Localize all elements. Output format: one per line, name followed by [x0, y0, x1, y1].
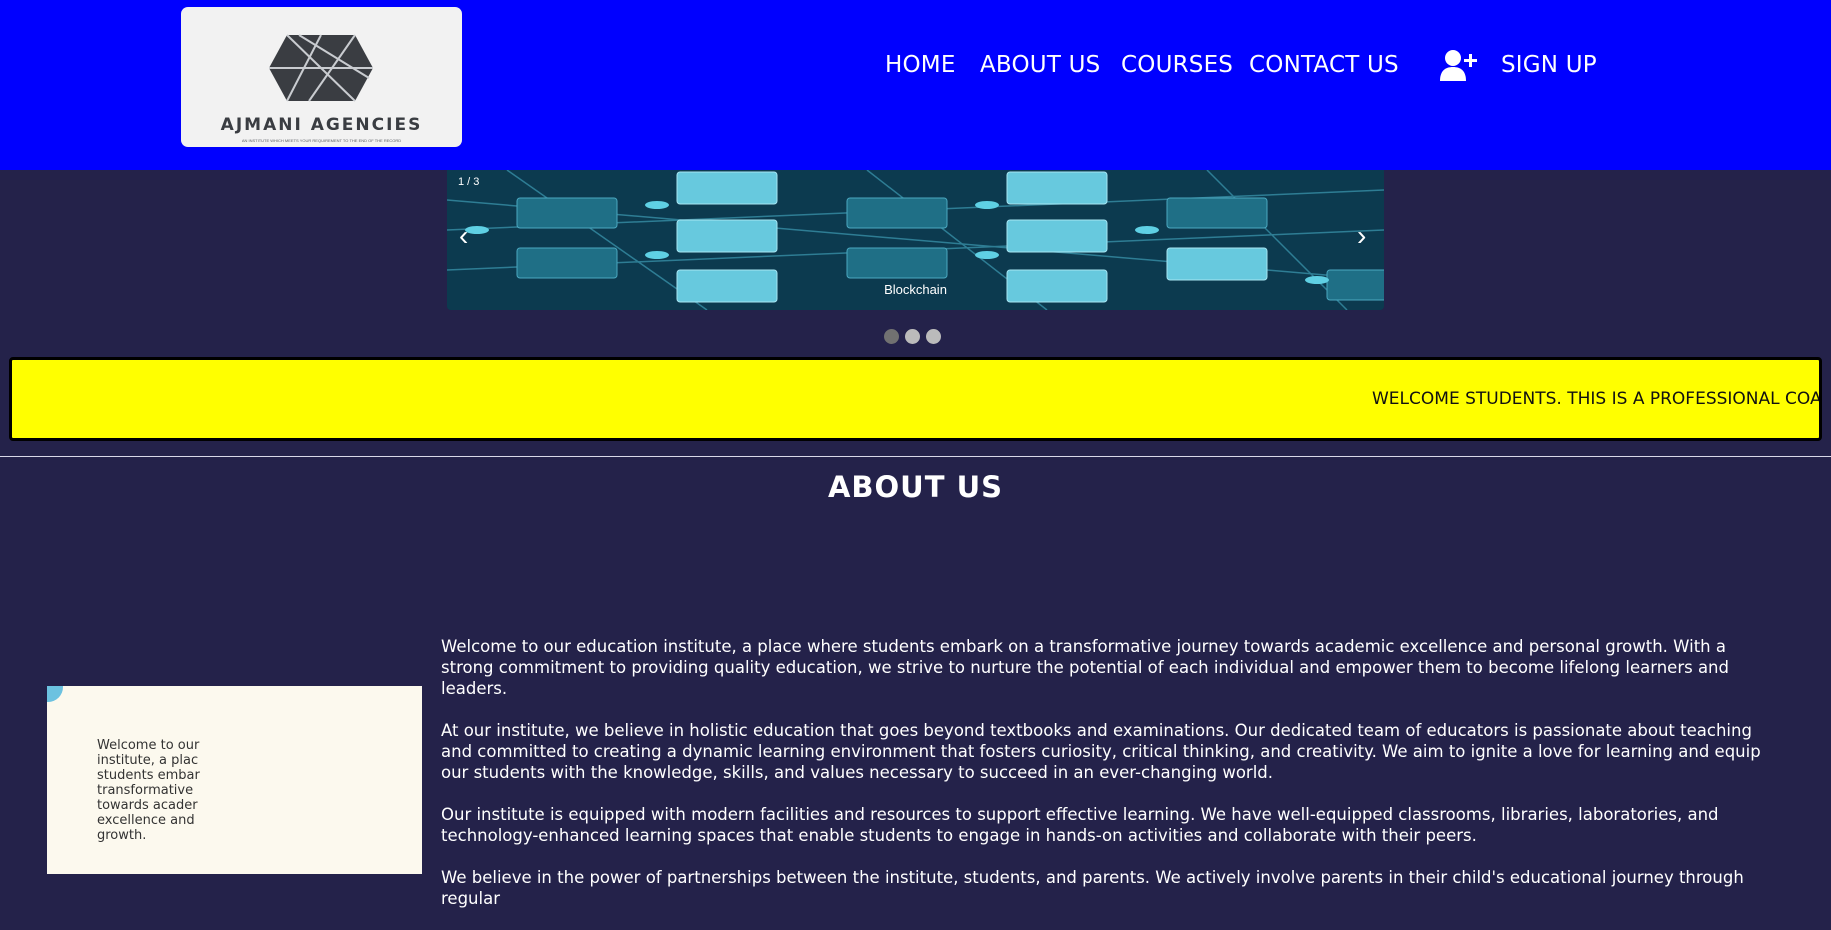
- image-slider[interactable]: 1 / 3 ‹ › Blockchain: [447, 170, 1384, 310]
- slider-dot-1[interactable]: [884, 329, 899, 344]
- nav-sign-up[interactable]: SIGN UP: [1501, 52, 1597, 84]
- about-paragraph-4: We believe in the power of partnerships …: [441, 868, 1744, 908]
- slider-dot-3[interactable]: [926, 329, 941, 344]
- slide-caption: Blockchain: [884, 282, 947, 297]
- about-paragraph-3: Our institute is equipped with modern fa…: [441, 805, 1719, 845]
- about-image: Welcome to our institute, a plac student…: [47, 686, 422, 874]
- slider-prev-button[interactable]: ‹: [459, 222, 468, 250]
- slider-dot-2[interactable]: [905, 329, 920, 344]
- site-header: AJMANI AGENCIES AN INSTITUTE WHICH MEETS…: [0, 0, 1831, 170]
- slider-dots: [884, 329, 941, 344]
- logo-name: AJMANI AGENCIES: [220, 115, 423, 135]
- nav-home[interactable]: HOME: [885, 52, 956, 84]
- about-paragraph-2: At our institute, we believe in holistic…: [441, 721, 1761, 782]
- logo-tagline: AN INSTITUTE WHICH MEETS YOUR REQUIREMEN…: [241, 138, 402, 143]
- logo-hexagon-icon: [269, 34, 373, 102]
- nav-courses[interactable]: COURSES: [1121, 52, 1233, 84]
- nav-about-us[interactable]: ABOUT US: [980, 52, 1100, 84]
- marquee-text: WELCOME STUDENTS. THIS IS A PROFESSIONAL…: [1372, 389, 1822, 409]
- slider-next-button[interactable]: ›: [1357, 222, 1366, 250]
- about-image-text: Welcome to our institute, a plac student…: [97, 738, 200, 843]
- about-title: ABOUT US: [827, 470, 1004, 504]
- nav-contact-us[interactable]: CONTACT US: [1249, 52, 1399, 84]
- user-plus-icon[interactable]: [1440, 50, 1478, 82]
- welcome-marquee: WELCOME STUDENTS. THIS IS A PROFESSIONAL…: [9, 357, 1822, 441]
- logo[interactable]: AJMANI AGENCIES AN INSTITUTE WHICH MEETS…: [181, 7, 462, 147]
- image-corner-decoration: [47, 686, 63, 702]
- slide-counter: 1 / 3: [458, 176, 480, 188]
- about-paragraph-1: Welcome to our education institute, a pl…: [441, 637, 1729, 698]
- about-text: Welcome to our education institute, a pl…: [441, 636, 1771, 930]
- section-divider: [0, 456, 1831, 457]
